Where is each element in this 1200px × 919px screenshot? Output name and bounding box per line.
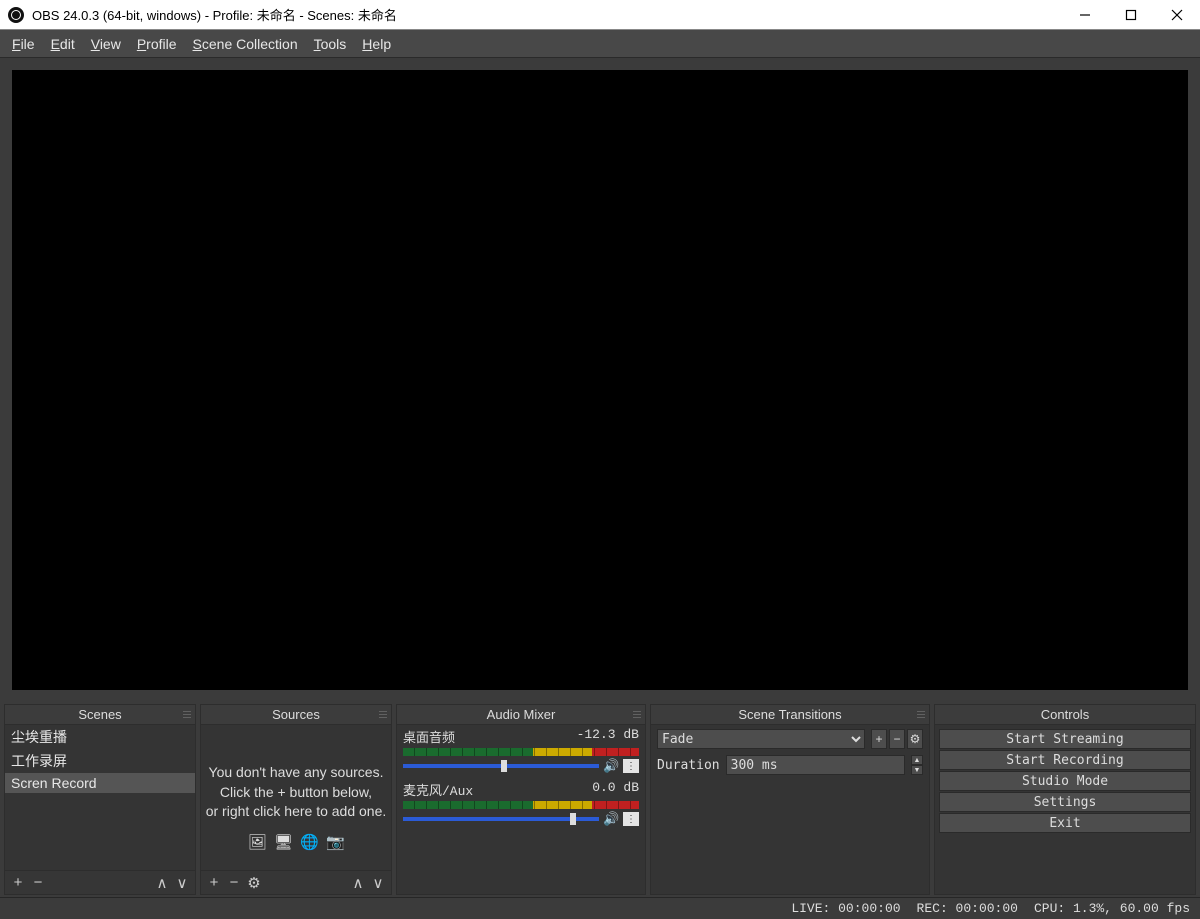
mixer-title: Audio Mixer [487, 707, 556, 722]
move-source-down-button[interactable]: ∨ [371, 874, 385, 892]
sources-list[interactable]: You don't have any sources. Click the + … [201, 725, 391, 870]
controls-dock: Controls Start Streaming Start Recording… [934, 704, 1196, 895]
mixer-track: 桌面音频-12.3 dB 🔊 ⋮ [397, 725, 645, 778]
add-transition-button[interactable]: + [871, 729, 887, 749]
sources-empty-line: Click the + button below, [201, 783, 391, 803]
remove-scene-button[interactable]: − [31, 874, 45, 891]
add-scene-button[interactable]: + [11, 874, 25, 891]
minimize-button[interactable] [1062, 0, 1108, 29]
scenes-list[interactable]: 尘埃重播 工作录屏 Scren Record [5, 725, 195, 870]
track-settings-button[interactable]: ⋮ [623, 812, 639, 826]
duration-step-down[interactable]: ▼ [911, 765, 923, 775]
sources-empty-line: or right click here to add one. [201, 802, 391, 822]
track-name: 桌面音频 [403, 727, 577, 746]
menu-tools[interactable]: Tools [306, 30, 355, 57]
scene-item[interactable]: 工作录屏 [5, 749, 195, 773]
track-db: -12.3 dB [577, 727, 639, 746]
duration-label: Duration [657, 758, 720, 773]
speaker-icon[interactable]: 🔊 [603, 811, 619, 827]
track-db: 0.0 dB [592, 780, 639, 799]
scene-item[interactable]: 尘埃重播 [5, 725, 195, 749]
image-icon: 🖼 [248, 832, 266, 846]
grip-icon[interactable] [633, 711, 641, 719]
menu-bar: File Edit View Profile Scene Collection … [0, 30, 1200, 57]
menu-profile[interactable]: Profile [129, 30, 185, 57]
window-title: OBS 24.0.3 (64-bit, windows) - Profile: … [32, 5, 1062, 24]
menu-view[interactable]: View [83, 30, 129, 57]
sources-title: Sources [272, 707, 320, 722]
remove-transition-button[interactable]: − [889, 729, 905, 749]
grip-icon[interactable] [917, 711, 925, 719]
speaker-icon[interactable]: 🔊 [603, 758, 619, 774]
start-streaming-button[interactable]: Start Streaming [939, 729, 1191, 749]
grip-icon[interactable] [379, 711, 387, 719]
scenes-title: Scenes [78, 707, 121, 722]
close-button[interactable] [1154, 0, 1200, 29]
level-meter [403, 748, 639, 756]
transitions-dock: Scene Transitions Fade + − ⚙ Duration [650, 704, 930, 895]
start-recording-button[interactable]: Start Recording [939, 750, 1191, 770]
track-name: 麦克风/Aux [403, 780, 592, 799]
mixer-track: 麦克风/Aux0.0 dB 🔊 ⋮ [397, 778, 645, 831]
volume-slider[interactable] [403, 764, 599, 768]
status-bar: LIVE: 00:00:00 REC: 00:00:00 CPU: 1.3%, … [0, 897, 1200, 919]
move-scene-up-button[interactable]: ∧ [155, 874, 169, 892]
menu-help[interactable]: Help [354, 30, 399, 57]
transition-select[interactable]: Fade [657, 729, 865, 749]
settings-button[interactable]: Settings [939, 792, 1191, 812]
sources-empty-line: You don't have any sources. [201, 763, 391, 783]
exit-button[interactable]: Exit [939, 813, 1191, 833]
sources-dock: Sources You don't have any sources. Clic… [200, 704, 392, 895]
scenes-dock: Scenes 尘埃重播 工作录屏 Scren Record + − ∧ ∨ [4, 704, 196, 895]
scene-item[interactable]: Scren Record [5, 773, 195, 793]
move-scene-down-button[interactable]: ∨ [175, 874, 189, 892]
camera-icon: 📷 [326, 832, 344, 846]
studio-mode-button[interactable]: Studio Mode [939, 771, 1191, 791]
display-icon: 🖥 [274, 832, 292, 846]
volume-slider[interactable] [403, 817, 599, 821]
source-properties-button[interactable]: ⚙ [247, 874, 261, 892]
track-settings-button[interactable]: ⋮ [623, 759, 639, 773]
move-source-up-button[interactable]: ∧ [351, 874, 365, 892]
add-source-button[interactable]: + [207, 874, 221, 891]
level-meter [403, 801, 639, 809]
menu-edit[interactable]: Edit [43, 30, 83, 57]
preview-canvas[interactable] [12, 70, 1188, 690]
status-cpu: CPU: 1.3%, 60.00 fps [1034, 901, 1190, 916]
window-titlebar: OBS 24.0.3 (64-bit, windows) - Profile: … [0, 0, 1200, 30]
controls-title: Controls [1041, 707, 1089, 722]
app-icon [8, 7, 24, 23]
duration-input[interactable] [726, 755, 905, 775]
maximize-button[interactable] [1108, 0, 1154, 29]
transition-properties-button[interactable]: ⚙ [907, 729, 923, 749]
globe-icon: 🌐 [300, 832, 318, 846]
menu-file[interactable]: File [4, 30, 43, 57]
grip-icon[interactable] [183, 711, 191, 719]
source-type-icons: 🖼 🖥 🌐 📷 [201, 828, 391, 849]
duration-step-up[interactable]: ▲ [911, 755, 923, 765]
remove-source-button[interactable]: − [227, 874, 241, 891]
status-live: LIVE: 00:00:00 [791, 901, 900, 916]
menu-scene-collection[interactable]: Scene Collection [185, 30, 306, 57]
transitions-title: Scene Transitions [738, 707, 841, 722]
audio-mixer-dock: Audio Mixer 桌面音频-12.3 dB 🔊 ⋮ 麦克风/Aux0.0 … [396, 704, 646, 895]
status-rec: REC: 00:00:00 [917, 901, 1018, 916]
